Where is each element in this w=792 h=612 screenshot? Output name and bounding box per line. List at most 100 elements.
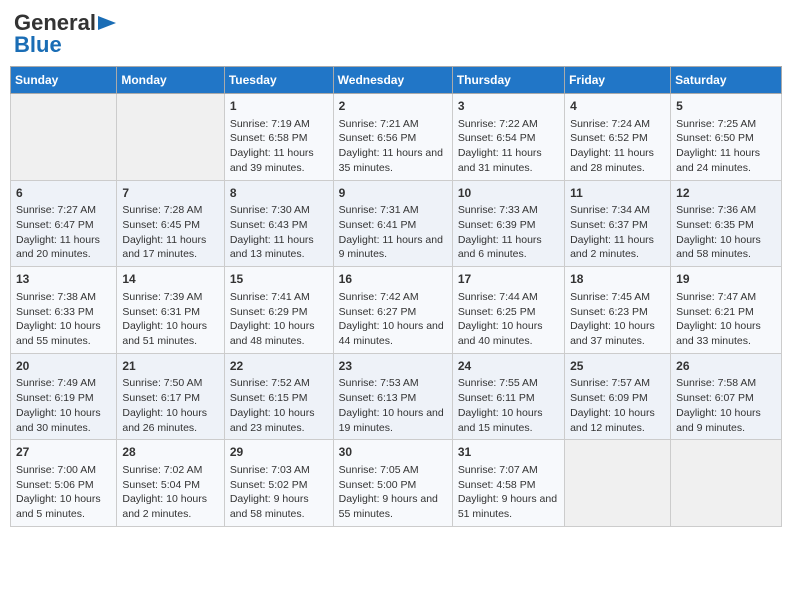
- day-number: 22: [230, 358, 328, 375]
- day-number: 1: [230, 98, 328, 115]
- day-number: 11: [570, 185, 665, 202]
- sunrise-text: Sunrise: 7:57 AM: [570, 377, 650, 389]
- calendar-cell: [671, 440, 782, 527]
- calendar-cell: 16 Sunrise: 7:42 AM Sunset: 6:27 PM Dayl…: [333, 267, 452, 354]
- daylight-text: Daylight: 11 hours and 2 minutes.: [570, 234, 654, 261]
- sunrise-text: Sunrise: 7:31 AM: [339, 204, 419, 216]
- daylight-text: Daylight: 10 hours and 2 minutes.: [122, 493, 207, 520]
- sunrise-text: Sunrise: 7:05 AM: [339, 464, 419, 476]
- sunset-text: Sunset: 6:07 PM: [676, 392, 754, 404]
- day-number: 30: [339, 444, 447, 461]
- sunset-text: Sunset: 6:25 PM: [458, 306, 536, 318]
- calendar-cell: 14 Sunrise: 7:39 AM Sunset: 6:31 PM Dayl…: [117, 267, 224, 354]
- calendar-cell: 25 Sunrise: 7:57 AM Sunset: 6:09 PM Dayl…: [565, 353, 671, 440]
- sunrise-text: Sunrise: 7:21 AM: [339, 118, 419, 130]
- day-number: 21: [122, 358, 218, 375]
- sunset-text: Sunset: 5:00 PM: [339, 479, 417, 491]
- sunrise-text: Sunrise: 7:24 AM: [570, 118, 650, 130]
- calendar-cell: 23 Sunrise: 7:53 AM Sunset: 6:13 PM Dayl…: [333, 353, 452, 440]
- sunset-text: Sunset: 5:06 PM: [16, 479, 94, 491]
- day-number: 23: [339, 358, 447, 375]
- calendar-cell: 17 Sunrise: 7:44 AM Sunset: 6:25 PM Dayl…: [452, 267, 564, 354]
- sunrise-text: Sunrise: 7:53 AM: [339, 377, 419, 389]
- header-day-wednesday: Wednesday: [333, 67, 452, 94]
- sunrise-text: Sunrise: 7:39 AM: [122, 291, 202, 303]
- sunset-text: Sunset: 6:13 PM: [339, 392, 417, 404]
- week-row-4: 20 Sunrise: 7:49 AM Sunset: 6:19 PM Dayl…: [11, 353, 782, 440]
- daylight-text: Daylight: 9 hours and 58 minutes.: [230, 493, 309, 520]
- calendar-cell: 3 Sunrise: 7:22 AM Sunset: 6:54 PM Dayli…: [452, 94, 564, 181]
- sunrise-text: Sunrise: 7:55 AM: [458, 377, 538, 389]
- day-number: 3: [458, 98, 559, 115]
- sunrise-text: Sunrise: 7:49 AM: [16, 377, 96, 389]
- calendar-cell: 15 Sunrise: 7:41 AM Sunset: 6:29 PM Dayl…: [224, 267, 333, 354]
- calendar-cell: 13 Sunrise: 7:38 AM Sunset: 6:33 PM Dayl…: [11, 267, 117, 354]
- daylight-text: Daylight: 10 hours and 9 minutes.: [676, 407, 761, 434]
- day-number: 19: [676, 271, 776, 288]
- calendar-cell: 12 Sunrise: 7:36 AM Sunset: 6:35 PM Dayl…: [671, 180, 782, 267]
- sunset-text: Sunset: 6:56 PM: [339, 132, 417, 144]
- week-row-1: 1 Sunrise: 7:19 AM Sunset: 6:58 PM Dayli…: [11, 94, 782, 181]
- sunrise-text: Sunrise: 7:00 AM: [16, 464, 96, 476]
- day-number: 5: [676, 98, 776, 115]
- calendar-cell: 27 Sunrise: 7:00 AM Sunset: 5:06 PM Dayl…: [11, 440, 117, 527]
- sunrise-text: Sunrise: 7:38 AM: [16, 291, 96, 303]
- calendar-cell: 28 Sunrise: 7:02 AM Sunset: 5:04 PM Dayl…: [117, 440, 224, 527]
- day-number: 17: [458, 271, 559, 288]
- sunrise-text: Sunrise: 7:34 AM: [570, 204, 650, 216]
- day-number: 12: [676, 185, 776, 202]
- sunset-text: Sunset: 6:23 PM: [570, 306, 648, 318]
- week-row-5: 27 Sunrise: 7:00 AM Sunset: 5:06 PM Dayl…: [11, 440, 782, 527]
- calendar-cell: 21 Sunrise: 7:50 AM Sunset: 6:17 PM Dayl…: [117, 353, 224, 440]
- daylight-text: Daylight: 11 hours and 35 minutes.: [339, 147, 443, 174]
- daylight-text: Daylight: 10 hours and 23 minutes.: [230, 407, 315, 434]
- header-day-thursday: Thursday: [452, 67, 564, 94]
- sunset-text: Sunset: 6:17 PM: [122, 392, 200, 404]
- calendar-cell: [565, 440, 671, 527]
- day-number: 8: [230, 185, 328, 202]
- calendar-cell: 7 Sunrise: 7:28 AM Sunset: 6:45 PM Dayli…: [117, 180, 224, 267]
- header-day-monday: Monday: [117, 67, 224, 94]
- calendar-cell: 2 Sunrise: 7:21 AM Sunset: 6:56 PM Dayli…: [333, 94, 452, 181]
- daylight-text: Daylight: 10 hours and 33 minutes.: [676, 320, 761, 347]
- calendar-cell: 22 Sunrise: 7:52 AM Sunset: 6:15 PM Dayl…: [224, 353, 333, 440]
- sunset-text: Sunset: 6:11 PM: [458, 392, 535, 404]
- sunset-text: Sunset: 6:47 PM: [16, 219, 94, 231]
- calendar-table: SundayMondayTuesdayWednesdayThursdayFrid…: [10, 66, 782, 527]
- calendar-cell: 18 Sunrise: 7:45 AM Sunset: 6:23 PM Dayl…: [565, 267, 671, 354]
- sunset-text: Sunset: 5:02 PM: [230, 479, 308, 491]
- sunrise-text: Sunrise: 7:33 AM: [458, 204, 538, 216]
- daylight-text: Daylight: 10 hours and 30 minutes.: [16, 407, 101, 434]
- day-number: 10: [458, 185, 559, 202]
- daylight-text: Daylight: 10 hours and 15 minutes.: [458, 407, 543, 434]
- day-number: 25: [570, 358, 665, 375]
- sunset-text: Sunset: 4:58 PM: [458, 479, 536, 491]
- header-row: SundayMondayTuesdayWednesdayThursdayFrid…: [11, 67, 782, 94]
- daylight-text: Daylight: 9 hours and 51 minutes.: [458, 493, 557, 520]
- sunrise-text: Sunrise: 7:47 AM: [676, 291, 756, 303]
- daylight-text: Daylight: 11 hours and 28 minutes.: [570, 147, 654, 174]
- sunrise-text: Sunrise: 7:27 AM: [16, 204, 96, 216]
- day-number: 18: [570, 271, 665, 288]
- logo-blue-text: Blue: [14, 32, 62, 58]
- calendar-cell: 30 Sunrise: 7:05 AM Sunset: 5:00 PM Dayl…: [333, 440, 452, 527]
- calendar-cell: [117, 94, 224, 181]
- calendar-cell: 29 Sunrise: 7:03 AM Sunset: 5:02 PM Dayl…: [224, 440, 333, 527]
- sunrise-text: Sunrise: 7:58 AM: [676, 377, 756, 389]
- daylight-text: Daylight: 10 hours and 44 minutes.: [339, 320, 444, 347]
- daylight-text: Daylight: 10 hours and 19 minutes.: [339, 407, 444, 434]
- sunset-text: Sunset: 6:09 PM: [570, 392, 648, 404]
- day-number: 24: [458, 358, 559, 375]
- day-number: 16: [339, 271, 447, 288]
- day-number: 27: [16, 444, 111, 461]
- day-number: 26: [676, 358, 776, 375]
- sunrise-text: Sunrise: 7:42 AM: [339, 291, 419, 303]
- sunset-text: Sunset: 6:41 PM: [339, 219, 417, 231]
- sunrise-text: Sunrise: 7:25 AM: [676, 118, 756, 130]
- sunrise-text: Sunrise: 7:50 AM: [122, 377, 202, 389]
- day-number: 15: [230, 271, 328, 288]
- sunset-text: Sunset: 6:31 PM: [122, 306, 200, 318]
- logo: General Blue: [14, 10, 116, 58]
- daylight-text: Daylight: 11 hours and 6 minutes.: [458, 234, 542, 261]
- calendar-cell: 6 Sunrise: 7:27 AM Sunset: 6:47 PM Dayli…: [11, 180, 117, 267]
